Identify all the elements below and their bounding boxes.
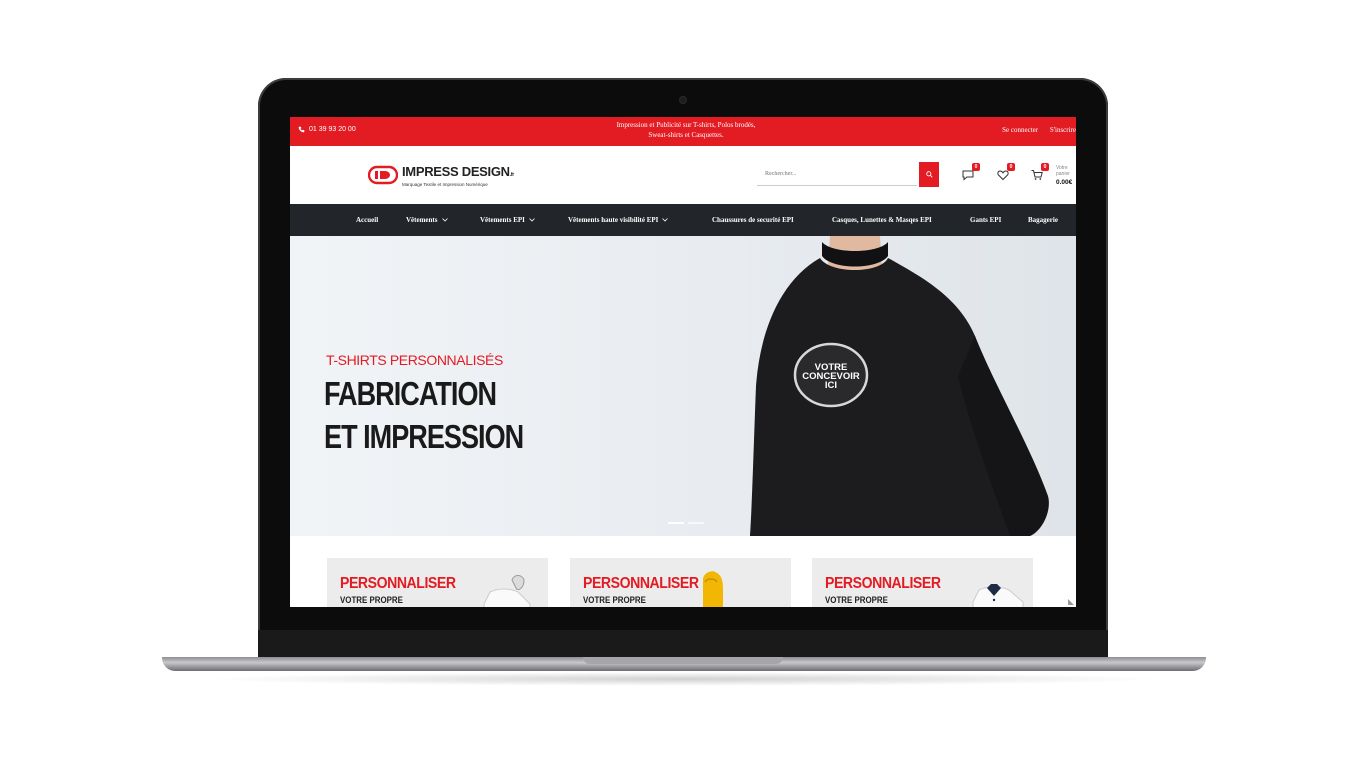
category-card[interactable]: PERSONNALISER VOTRE PROPRE: [812, 558, 1033, 607]
nav-item-vetements-epi[interactable]: Vêtements EPI: [480, 216, 535, 224]
model-photo: [750, 236, 1049, 536]
print-area-stamp: VOTRE CONCEVOIR ICI: [796, 363, 866, 391]
cart-count-badge: 0: [1041, 163, 1049, 171]
main-nav: Accueil Vêtements Vêtements EPI Vêtement…: [290, 204, 1076, 236]
nav-item-chaussures[interactable]: Chaussures de securité EPI: [712, 216, 794, 224]
category-cards: PERSONNALISER VOTRE PROPRE PERSONNALISER…: [290, 536, 1076, 607]
nav-item-casques[interactable]: Casques, Lunettes & Masqes EPI: [832, 216, 932, 224]
category-card[interactable]: PERSONNALISER VOTRE PROPRE: [327, 558, 548, 607]
card-subtitle: VOTRE PROPRE: [825, 595, 888, 605]
wishlist-button[interactable]: 0: [997, 163, 1015, 182]
site-header: IMPRESS DESIGN.fr Marquage Textile et Im…: [290, 146, 1076, 204]
search-box: [757, 162, 939, 187]
search-icon: [925, 171, 933, 178]
login-link[interactable]: Se connecter: [1002, 126, 1038, 134]
hero-kicker: T-SHIRTS PERSONNALISÉS: [326, 352, 503, 368]
laptop-shadow: [200, 672, 1166, 686]
phone-icon: [298, 126, 305, 133]
nav-item-haute-visibilite[interactable]: Vêtements haute visibilité EPI: [568, 216, 669, 224]
cart-button[interactable]: 0: [1031, 163, 1049, 182]
wishlist-count-badge: 0: [1007, 163, 1015, 171]
stamp-line-3: ICI: [824, 380, 838, 391]
nav-item-accueil[interactable]: Accueil: [356, 216, 378, 224]
cart-label: Votre panier: [1056, 165, 1070, 177]
nav-label: Chaussures de securité EPI: [712, 216, 794, 224]
logo-mark-icon: [368, 165, 398, 185]
nav-label: Accueil: [356, 216, 379, 224]
search-input[interactable]: [757, 162, 917, 186]
card-subtitle: VOTRE PROPRE: [583, 595, 646, 605]
phone-link[interactable]: 01 39 93 20 00: [298, 126, 356, 133]
compare-count-badge: 0: [972, 163, 980, 171]
account-links: Se connecter S'inscrire: [992, 126, 1076, 134]
card-title: PERSONNALISER: [583, 575, 699, 592]
website-screen: 01 39 93 20 00 Impression et Publicité s…: [290, 117, 1076, 607]
hero-title: FABRICATION ET IMPRESSION: [324, 372, 524, 458]
site-logo[interactable]: IMPRESS DESIGN.fr Marquage Textile et Im…: [368, 162, 514, 188]
logo-suffix: .fr: [509, 172, 514, 178]
top-bar: 01 39 93 20 00 Impression et Publicité s…: [290, 117, 1076, 146]
cart-total: 0.00€: [1056, 179, 1073, 186]
card-title: PERSONNALISER: [825, 575, 941, 592]
cart-label-line-2: panier: [1056, 171, 1070, 177]
slider-pagination: [668, 522, 704, 524]
chevron-down-icon: [441, 218, 448, 222]
slider-dot[interactable]: [688, 522, 704, 524]
nav-label: Vêtements EPI: [480, 216, 525, 224]
nav-item-gants[interactable]: Gants EPI: [970, 216, 1001, 224]
nav-item-vetements[interactable]: Vêtements: [406, 216, 448, 224]
card-title: PERSONNALISER: [340, 575, 456, 592]
nav-label: Vêtements: [406, 216, 438, 224]
nav-label: Casques, Lunettes & Masqes EPI: [832, 216, 932, 224]
phone-number: 01 39 93 20 00: [309, 126, 356, 133]
polo-shirt-image: [972, 584, 1024, 607]
hero-title-line-1: FABRICATION: [324, 375, 497, 412]
nav-item-bagagerie[interactable]: Bagagerie: [1028, 216, 1058, 224]
scroll-arrow-icon[interactable]: [1068, 599, 1074, 605]
laptop-notch: [583, 657, 783, 664]
logo-tagline: Marquage Textile et Impression Numérique: [402, 182, 488, 187]
logo-title: IMPRESS DESIGN: [402, 164, 510, 179]
camera-dot: [680, 97, 686, 103]
polo-shirt-image: [483, 575, 531, 607]
category-card[interactable]: PERSONNALISER VOTRE PROPRE: [570, 558, 791, 607]
chevron-down-icon: [529, 218, 535, 222]
nav-label: Gants EPI: [970, 216, 1002, 224]
register-link[interactable]: S'inscrire: [1050, 126, 1076, 134]
hero-title-line-2: ET IMPRESSION: [324, 418, 524, 455]
compare-button[interactable]: 0: [962, 163, 980, 182]
chevron-down-icon: [662, 218, 669, 222]
card-subtitle: VOTRE PROPRE: [340, 595, 403, 605]
nav-label: Vêtements haute visibilité EPI: [568, 216, 659, 224]
promo-text: Impression et Publicité sur T-shirts, Po…: [575, 120, 797, 140]
hero-slider: T-SHIRTS PERSONNALISÉS FABRICATION ET IM…: [290, 236, 1076, 536]
hoodie-image: [703, 571, 723, 607]
slider-dot[interactable]: [668, 522, 684, 524]
laptop-chin: [258, 630, 1108, 658]
nav-label: Bagagerie: [1028, 216, 1058, 224]
promo-line-1: Impression et Publicité sur T-shirts, Po…: [616, 121, 756, 129]
promo-line-2: Sweat-shirts et Casquettes.: [648, 131, 724, 139]
search-button[interactable]: [919, 162, 939, 187]
